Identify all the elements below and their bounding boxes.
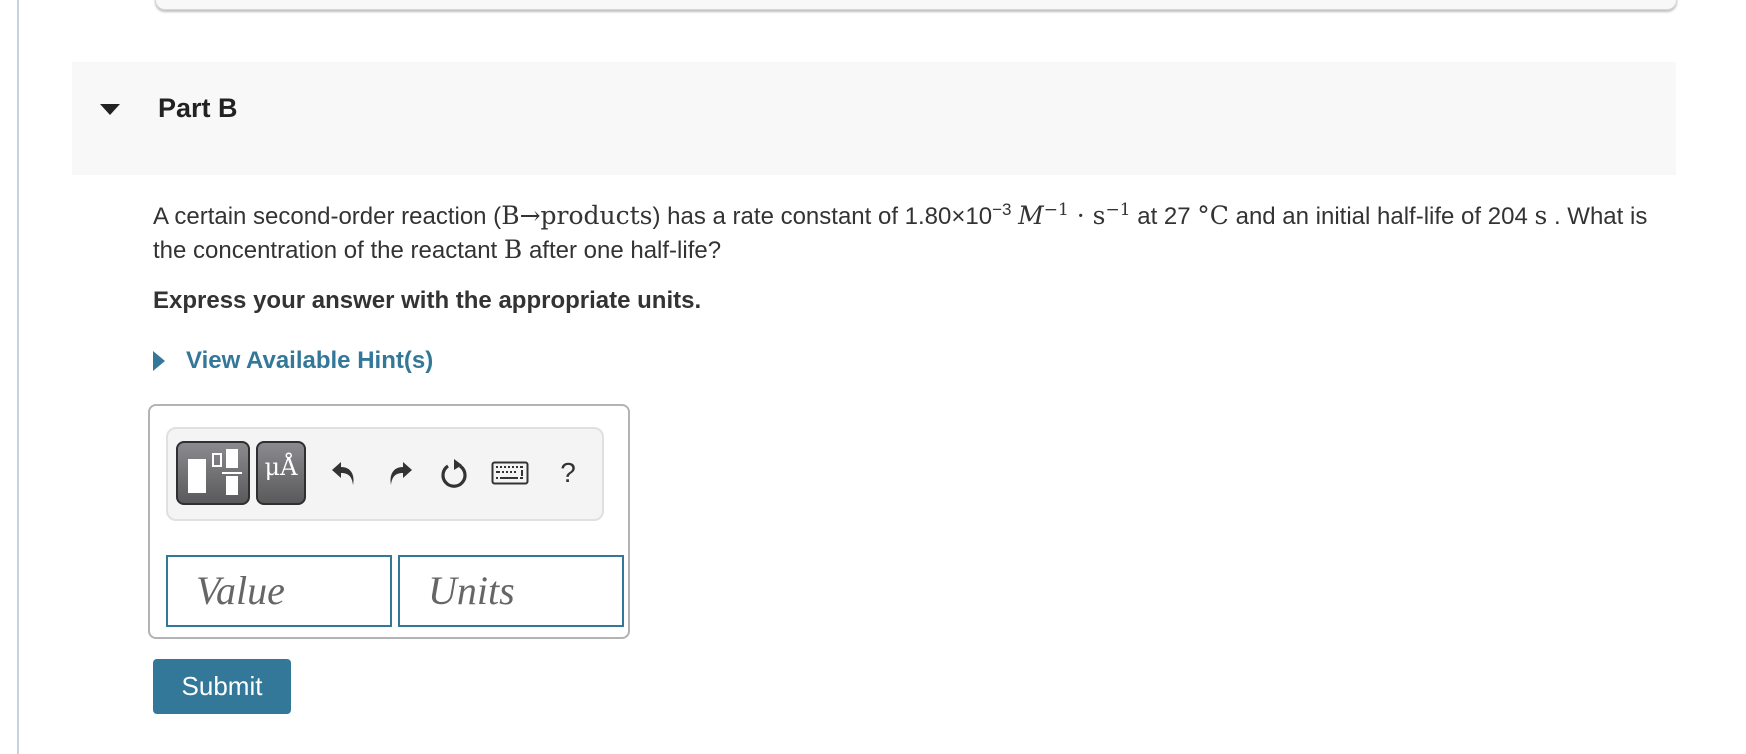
units-icon: μÅ	[264, 453, 298, 481]
unit-seconds: s	[1092, 201, 1106, 230]
reaction-arrow: →	[519, 201, 541, 230]
keyboard-button[interactable]	[490, 451, 530, 495]
molarity-exponent: −1	[1043, 200, 1069, 220]
question-text-segment: after one half-life?	[522, 237, 722, 264]
reset-icon	[441, 459, 467, 488]
keyboard-icon	[491, 461, 529, 485]
reaction-products: products	[540, 201, 653, 230]
help-button[interactable]: ?	[548, 451, 588, 495]
units-field[interactable]	[398, 555, 624, 627]
unit-seconds-2: s	[1534, 201, 1548, 230]
reset-button[interactable]	[434, 451, 474, 495]
value-field[interactable]	[166, 555, 392, 627]
rate-exponent: −3	[992, 200, 1012, 219]
units-input[interactable]	[428, 557, 622, 625]
undo-button[interactable]	[324, 451, 364, 495]
undo-icon	[332, 462, 354, 485]
reactant-symbol: B	[503, 235, 523, 264]
value-input[interactable]	[196, 557, 390, 625]
unit-dot: ·	[1068, 201, 1093, 230]
page-left-border	[17, 0, 19, 754]
seconds-exponent: −1	[1105, 200, 1131, 220]
answer-box: μÅ ?	[148, 404, 630, 639]
degree-symbol: °	[1197, 201, 1210, 230]
part-b-header[interactable]: Part B	[72, 62, 1676, 175]
reaction-reactant: B	[501, 201, 520, 230]
rate-constant-text: ) has a rate constant of 1.80×10	[652, 203, 993, 230]
question-text: A certain second-order reaction (B→produ…	[153, 199, 1673, 267]
unit-molarity: M	[1018, 201, 1044, 230]
expand-triangle-icon	[153, 351, 165, 371]
templates-button[interactable]	[176, 441, 250, 505]
redo-icon	[390, 462, 412, 485]
units-button[interactable]: μÅ	[256, 441, 306, 505]
view-hints-label[interactable]: View Available Hint(s)	[186, 347, 433, 375]
question-text-segment: A certain second-order reaction (	[153, 203, 502, 230]
half-life-text: and an initial half-life of 204	[1228, 203, 1535, 230]
unit-celsius: C	[1209, 201, 1229, 230]
redo-button[interactable]	[380, 451, 420, 495]
previous-part-card	[155, 0, 1677, 10]
part-title: Part B	[158, 93, 238, 123]
collapse-caret-icon[interactable]	[100, 104, 120, 115]
temperature-text: at 27	[1130, 203, 1198, 230]
math-toolbar: μÅ ?	[166, 427, 604, 521]
view-hints-toggle[interactable]: View Available Hint(s)	[153, 347, 433, 375]
answer-instruction: Express your answer with the appropriate…	[153, 287, 702, 314]
submit-button[interactable]: Submit	[153, 659, 291, 714]
